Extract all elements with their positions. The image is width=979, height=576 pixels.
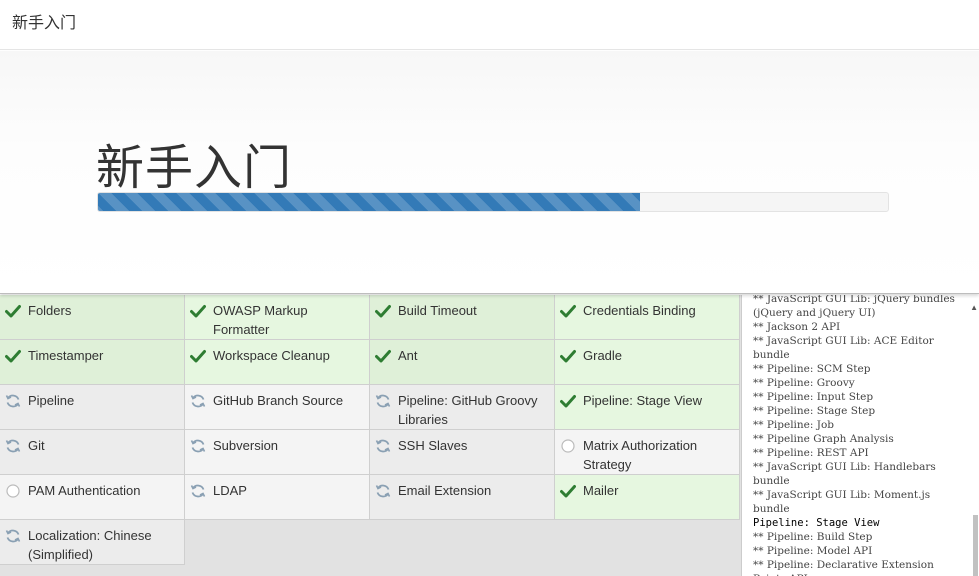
plugin-label: Workspace Cleanup xyxy=(213,348,330,363)
refresh-spinner-icon xyxy=(5,528,21,544)
plugin-item: Localization: Chinese (Simplified) xyxy=(0,520,185,565)
plugin-item: Subversion xyxy=(185,430,370,475)
log-scrollbar[interactable]: ▲ xyxy=(970,295,979,576)
log-heading-line: Pipeline: Stage View xyxy=(753,517,880,529)
plugin-item: GitHub Branch Source xyxy=(185,385,370,430)
log-line: ** Pipeline: Stage Step xyxy=(753,405,876,417)
setup-heading: 新手入门 xyxy=(96,140,293,196)
plugin-item: Pipeline: GitHub Groovy Libraries xyxy=(370,385,555,430)
plugin-item: Build Timeout xyxy=(370,295,555,340)
install-progress-bar xyxy=(97,192,889,212)
plugin-item: Email Extension xyxy=(370,475,555,520)
refresh-spinner-icon xyxy=(190,393,206,409)
plugin-label: Timestamper xyxy=(28,348,104,363)
plugin-label: Email Extension xyxy=(398,483,492,498)
refresh-spinner-icon xyxy=(375,483,391,499)
checkmark-icon xyxy=(560,393,576,409)
plugin-label: Build Timeout xyxy=(398,303,477,318)
refresh-spinner-icon xyxy=(190,438,206,454)
plugin-item: PAM Authentication xyxy=(0,475,185,520)
plugin-label: Folders xyxy=(28,303,72,318)
log-line: ** Pipeline: Input Step xyxy=(753,391,874,403)
checkmark-icon xyxy=(560,483,576,499)
log-line: ** Pipeline: SCM Step xyxy=(753,363,871,375)
plugin-label: Matrix Authorization Strategy xyxy=(583,438,698,472)
install-log-lines: ** JavaScript GUI Lib: jQuery bundles (j… xyxy=(753,295,968,576)
plugin-label: GitHub Branch Source xyxy=(213,393,344,408)
plugin-item: SSH Slaves xyxy=(370,430,555,475)
plugin-label: Gradle xyxy=(583,348,623,363)
plugin-item: Ant xyxy=(370,340,555,385)
refresh-spinner-icon xyxy=(5,438,21,454)
log-scrollbar-thumb[interactable] xyxy=(973,515,978,576)
checkmark-icon xyxy=(5,348,21,364)
plugin-grid: Folders OWASP Markup Formatter Build Timeo… xyxy=(0,295,741,576)
log-line: ** JavaScript GUI Lib: jQuery bundles (j… xyxy=(753,295,955,319)
plugin-item: OWASP Markup Formatter xyxy=(185,295,370,340)
log-line: ** Pipeline Graph Analysis xyxy=(753,433,894,445)
checkmark-icon xyxy=(375,348,391,364)
setup-header: 新手入门 xyxy=(0,51,979,294)
log-line: ** JavaScript GUI Lib: Handlebars bundle xyxy=(753,461,936,487)
plugin-item: Git xyxy=(0,430,185,475)
plugin-label: Pipeline xyxy=(28,393,75,408)
log-line: ** JavaScript GUI Lib: ACE Editor bundle xyxy=(753,335,934,361)
plugin-label: Localization: Chinese (Simplified) xyxy=(28,528,152,562)
checkmark-icon xyxy=(5,303,21,319)
refresh-spinner-icon xyxy=(375,438,391,454)
log-line: ** Pipeline: REST API xyxy=(753,447,869,459)
plugin-label: Git xyxy=(28,438,45,453)
plugin-label: OWASP Markup Formatter xyxy=(213,303,308,337)
plugin-label: Credentials Binding xyxy=(583,303,696,318)
plugin-item: Folders xyxy=(0,295,185,340)
plugin-label: Pipeline: Stage View xyxy=(583,393,703,408)
log-line: ** Pipeline: Build Step xyxy=(753,531,873,543)
install-log-panel[interactable]: ** JavaScript GUI Lib: jQuery bundles (j… xyxy=(741,295,979,576)
plugin-label: Mailer xyxy=(583,483,619,498)
pending-circle-icon xyxy=(560,438,576,454)
log-line: ** JavaScript GUI Lib: Moment.js bundle xyxy=(753,489,931,515)
install-progress-fill xyxy=(98,193,640,211)
plugin-label: PAM Authentication xyxy=(28,483,141,498)
plugin-item: Timestamper xyxy=(0,340,185,385)
plugin-item: Matrix Authorization Strategy xyxy=(555,430,740,475)
log-line: ** Pipeline: Groovy xyxy=(753,377,855,389)
plugin-label: SSH Slaves xyxy=(398,438,468,453)
log-line: ** Pipeline: Job xyxy=(753,419,835,431)
checkmark-icon xyxy=(190,303,206,319)
plugin-label: LDAP xyxy=(213,483,247,498)
checkmark-icon xyxy=(560,303,576,319)
plugin-item: Pipeline xyxy=(0,385,185,430)
page-title: 新手入门 xyxy=(12,15,77,32)
plugin-item: Pipeline: Stage View xyxy=(555,385,740,430)
checkmark-icon xyxy=(375,303,391,319)
refresh-spinner-icon xyxy=(190,483,206,499)
checkmark-icon xyxy=(190,348,206,364)
plugin-item: LDAP xyxy=(185,475,370,520)
refresh-spinner-icon xyxy=(375,393,391,409)
plugin-label: Subversion xyxy=(213,438,279,453)
plugin-label: Pipeline: GitHub Groovy Libraries xyxy=(398,393,538,427)
plugin-item: Gradle xyxy=(555,340,740,385)
log-line: ** Pipeline: Declarative Extension Point… xyxy=(753,559,934,576)
scroll-up-icon[interactable]: ▲ xyxy=(970,303,978,312)
plugin-item: Mailer xyxy=(555,475,740,520)
checkmark-icon xyxy=(560,348,576,364)
plugin-item: Credentials Binding xyxy=(555,295,740,340)
top-bar: 新手入门 xyxy=(0,0,979,50)
log-line: ** Jackson 2 API xyxy=(753,321,841,333)
pending-circle-icon xyxy=(5,483,21,499)
plugin-item: Workspace Cleanup xyxy=(185,340,370,385)
log-line: ** Pipeline: Model API xyxy=(753,545,873,557)
plugin-label: Ant xyxy=(398,348,418,363)
refresh-spinner-icon xyxy=(5,393,21,409)
